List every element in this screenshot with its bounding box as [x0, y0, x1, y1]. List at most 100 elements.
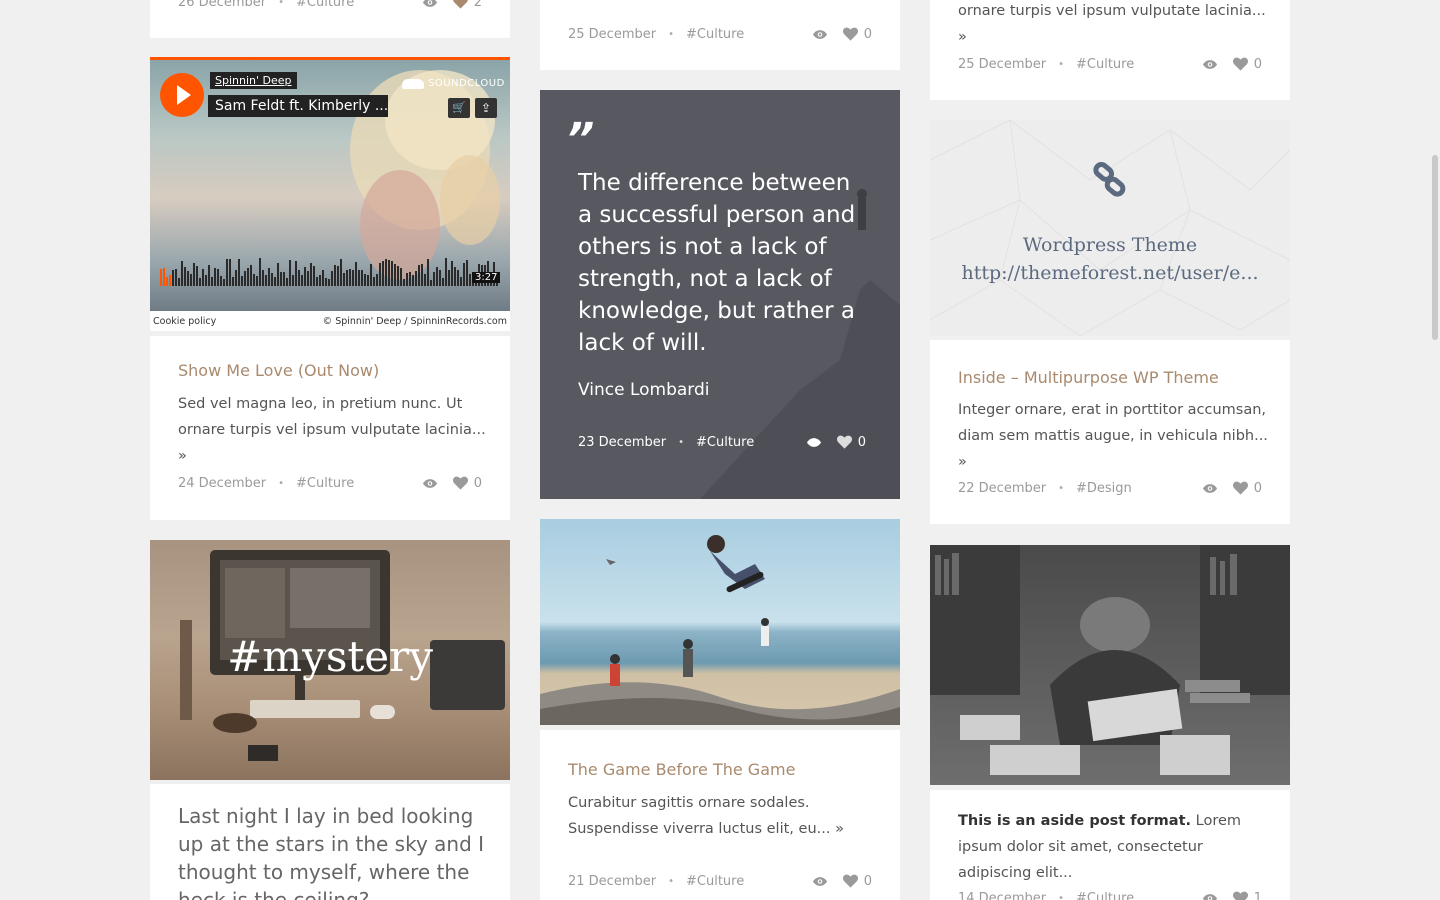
- waveform-bar: [256, 276, 258, 286]
- soundcloud-player[interactable]: Spinnin' Deep Sam Feldt ft. Kimberly ...…: [150, 57, 510, 311]
- waveform-bar: [310, 263, 312, 286]
- post-tag[interactable]: #Design: [1076, 481, 1132, 496]
- cookie-policy-link[interactable]: Cookie policy: [153, 316, 216, 327]
- heart-icon[interactable]: [1233, 57, 1248, 71]
- post-tag[interactable]: #Culture: [1076, 57, 1134, 72]
- waveform-bar: [334, 265, 336, 286]
- post-meta: 25 December • #Culture 0: [568, 26, 872, 42]
- waveform-bar: [400, 268, 402, 286]
- waveform-bar: [244, 271, 246, 286]
- waveform-bar: [160, 269, 162, 286]
- post-date[interactable]: 25 December: [568, 27, 656, 42]
- waveform-bar: [454, 267, 456, 286]
- post-date[interactable]: 14 December: [958, 891, 1046, 900]
- waveform-bar: [370, 264, 372, 286]
- waveform-bar: [388, 260, 390, 286]
- post-tag[interactable]: #Culture: [686, 874, 744, 889]
- heart-icon[interactable]: [453, 0, 468, 9]
- waveform-bar: [445, 258, 447, 286]
- post-tag[interactable]: #Culture: [686, 27, 744, 42]
- waveform-bar: [178, 278, 180, 286]
- link-icon: [1093, 162, 1126, 197]
- heart-icon[interactable]: [1233, 891, 1248, 900]
- post-date[interactable]: 23 December: [578, 435, 666, 450]
- page-scrollbar[interactable]: [1432, 155, 1438, 340]
- waveform-bar: [364, 274, 366, 286]
- waveform-bar: [280, 272, 282, 286]
- heart-icon[interactable]: [843, 874, 858, 888]
- like-count: 0: [863, 26, 872, 42]
- post-title[interactable]: Inside – Multipurpose WP Theme: [958, 368, 1270, 387]
- post-title[interactable]: Show Me Love (Out Now): [178, 361, 490, 380]
- post-excerpt: Integer ornare, erat in porttitor accums…: [958, 402, 1268, 470]
- waveform-bar: [355, 262, 357, 286]
- waveform-bar: [298, 270, 300, 286]
- cart-icon[interactable]: 🛒: [448, 98, 470, 118]
- pattern-background: [930, 120, 1290, 336]
- post-excerpt: ornare turpis vel ipsum vulputate lacini…: [958, 3, 1266, 45]
- waveform-bar: [403, 279, 405, 286]
- heart-icon[interactable]: [453, 476, 468, 490]
- post-tag[interactable]: #Culture: [1076, 891, 1134, 900]
- post-tag[interactable]: #Culture: [296, 0, 354, 10]
- waveform-bar: [406, 273, 408, 286]
- waveform-bar: [193, 263, 195, 286]
- like-count: 0: [473, 475, 482, 491]
- waveform-bar: [301, 275, 303, 286]
- waveform-bar: [184, 267, 186, 286]
- post-image[interactable]: [540, 519, 900, 725]
- soundcloud-artist[interactable]: Spinnin' Deep: [210, 72, 297, 89]
- link-box[interactable]: Wordpress Theme http://themeforest.net/u…: [930, 120, 1290, 336]
- waveform-bar: [202, 269, 204, 286]
- status-text: Last night I lay in bed looking up at th…: [178, 804, 485, 900]
- post-date[interactable]: 26 December: [178, 0, 266, 10]
- soundcloud-logo[interactable]: SOUNDCLOUD: [402, 78, 505, 89]
- waveform-bar: [295, 261, 297, 286]
- waveform-bar: [376, 274, 378, 286]
- waveform-bar: [466, 260, 468, 286]
- waveform[interactable]: [160, 256, 500, 292]
- post-card-top-1: 26 December • #Culture 2: [150, 0, 510, 38]
- post-tag[interactable]: #Culture: [696, 435, 754, 450]
- waveform-bar: [436, 267, 438, 286]
- waveform-bar: [259, 258, 261, 286]
- like-count: 0: [857, 434, 866, 450]
- waveform-bar: [238, 259, 240, 286]
- post-meta: 26 December • #Culture 2: [178, 0, 482, 12]
- soundcloud-copyright[interactable]: © Spinnin' Deep / SpinninRecords.com: [323, 316, 507, 327]
- like-count: 0: [863, 873, 872, 889]
- waveform-bar: [361, 270, 363, 286]
- waveform-bar: [166, 277, 168, 286]
- post-image[interactable]: #mystery: [150, 540, 510, 780]
- waveform-bar: [346, 270, 348, 286]
- heart-icon[interactable]: [1233, 481, 1248, 495]
- like-count: 0: [1253, 56, 1262, 72]
- heart-icon[interactable]: [843, 27, 858, 41]
- waveform-bar: [277, 263, 279, 286]
- waveform-bar: [373, 277, 375, 286]
- waveform-bar: [427, 259, 429, 286]
- post-date[interactable]: 25 December: [958, 57, 1046, 72]
- waveform-bar: [391, 261, 393, 286]
- post-title[interactable]: The Game Before The Game: [568, 760, 880, 779]
- post-card-audio: Spinnin' Deep Sam Feldt ft. Kimberly ...…: [150, 57, 510, 520]
- share-icon[interactable]: ⇪: [475, 98, 497, 118]
- like-count: 0: [1253, 480, 1262, 496]
- soundcloud-brand: SOUNDCLOUD: [428, 78, 505, 89]
- post-card-status: #mystery Last night I lay in bed looking…: [150, 540, 510, 900]
- heart-icon[interactable]: [837, 435, 852, 449]
- waveform-bar: [418, 265, 420, 286]
- post-tag[interactable]: #Culture: [296, 476, 354, 491]
- skate-illustration: [540, 535, 900, 725]
- play-button[interactable]: [160, 73, 204, 117]
- waveform-bar: [307, 271, 309, 286]
- post-image[interactable]: [930, 545, 1290, 785]
- waveform-bar: [328, 279, 330, 286]
- post-card-quote[interactable]: ” The difference between a successful pe…: [540, 90, 900, 499]
- link-url[interactable]: http://themeforest.net/user/e...: [930, 262, 1290, 284]
- waveform-bar: [322, 270, 324, 286]
- soundcloud-track[interactable]: Sam Feldt ft. Kimberly ...: [208, 95, 388, 117]
- post-date[interactable]: 22 December: [958, 481, 1046, 496]
- post-date[interactable]: 21 December: [568, 874, 656, 889]
- post-date[interactable]: 24 December: [178, 476, 266, 491]
